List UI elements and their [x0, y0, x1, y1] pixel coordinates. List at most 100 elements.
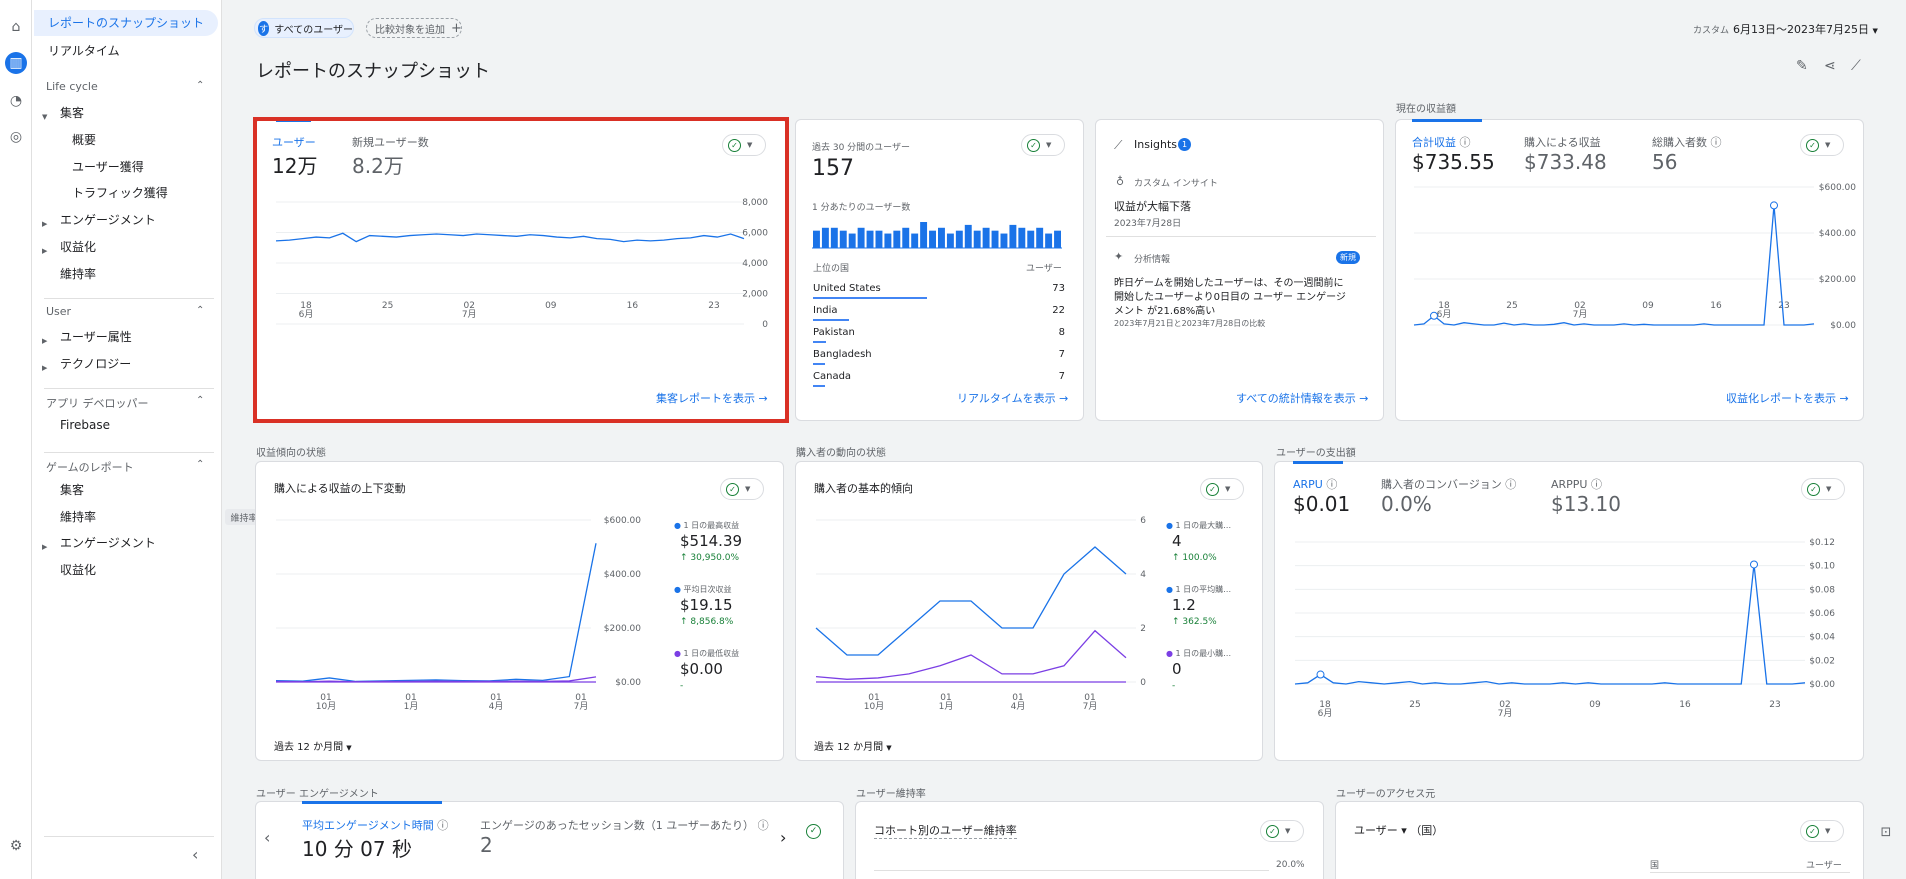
- table-row[interactable]: Pakistan 8: [813, 327, 1065, 338]
- help-icon[interactable]: ⓘ: [1460, 136, 1471, 149]
- period-selector[interactable]: 過去 12 か月間 ▼: [814, 738, 892, 753]
- table-row[interactable]: United States 73: [813, 283, 1065, 294]
- section-user[interactable]: User: [46, 305, 71, 318]
- table-row[interactable]: Bangladesh 7: [813, 349, 1065, 360]
- metric-new-users-label[interactable]: 新規ユーザー数: [352, 134, 429, 150]
- data-point[interactable]: [1770, 201, 1778, 210]
- users-column-header: ユーザー: [1026, 264, 1062, 274]
- admin-gear-icon[interactable]: ⚙: [5, 835, 27, 857]
- help-icon[interactable]: ⓘ: [758, 819, 769, 832]
- edit-icon[interactable]: ✎: [1796, 58, 1808, 74]
- compare-menu[interactable]: ✓ ▼: [1800, 134, 1844, 156]
- collapse-sidebar-icon[interactable]: ‹: [192, 845, 198, 864]
- chevron-up-icon[interactable]: ⌃: [196, 395, 204, 406]
- legend-label: ● 平均日次収益: [674, 584, 732, 595]
- share-icon[interactable]: ⋖: [1824, 58, 1836, 74]
- insight-body-line-2[interactable]: 開始したユーザーより0日目の ユーザー エンゲージ: [1114, 288, 1346, 303]
- sidebar-item[interactable]: レポートのスナップショット: [48, 14, 204, 31]
- add-comparison-button[interactable]: 比較対象を追加 +: [366, 18, 462, 38]
- all-insights-link[interactable]: すべての統計情報を表示 →: [1236, 390, 1369, 406]
- y-tick-label: $200.00: [604, 624, 641, 634]
- chevron-right-icon[interactable]: ›: [780, 828, 786, 847]
- compare-menu[interactable]: ✓ ▼: [1260, 820, 1304, 842]
- caret-right-icon[interactable]: ▶: [42, 364, 47, 372]
- compare-menu[interactable]: ✓ ▼: [1021, 134, 1065, 156]
- caret-right-icon[interactable]: ▶: [42, 220, 47, 228]
- table-row[interactable]: India 22: [813, 305, 1065, 316]
- metric-avg-engagement-label[interactable]: 平均エンゲージメント時間 ⓘ: [302, 817, 448, 833]
- metric-total-revenue-label[interactable]: 合計収益 ⓘ: [1412, 134, 1471, 150]
- caret-down-icon[interactable]: ▼: [42, 113, 47, 121]
- explore-icon[interactable]: ◔: [5, 90, 27, 112]
- metric-arpu-label[interactable]: ARPU ⓘ: [1293, 476, 1337, 492]
- metric-total-purchasers-label[interactable]: 総購入者数 ⓘ: [1652, 134, 1722, 150]
- retention-title[interactable]: コホート別のユーザー維持率: [874, 822, 1017, 839]
- help-icon[interactable]: ⓘ: [1711, 136, 1722, 149]
- help-icon[interactable]: ⓘ: [437, 819, 448, 832]
- metric-users-label[interactable]: ユーザー: [272, 134, 316, 150]
- home-icon[interactable]: ⌂: [5, 16, 27, 38]
- chevron-left-icon[interactable]: ‹: [264, 828, 270, 847]
- section-game-reports[interactable]: ゲームのレポート: [46, 459, 134, 475]
- x-tick-label: 25: [382, 301, 393, 311]
- sidebar-item[interactable]: 収益化: [60, 238, 96, 255]
- help-icon[interactable]: ⓘ: [1505, 478, 1516, 491]
- user-access-title[interactable]: ユーザー ▾ （国）: [1354, 822, 1443, 838]
- sidebar-item[interactable]: テクノロジー: [60, 355, 131, 372]
- sidebar-item[interactable]: ユーザー獲得: [72, 158, 144, 175]
- sidebar-item[interactable]: リアルタイム: [48, 42, 120, 59]
- help-icon[interactable]: ⓘ: [1326, 478, 1337, 491]
- compare-menu[interactable]: ✓ ▼: [1200, 478, 1244, 500]
- metric-arppu-label[interactable]: ARPPU ⓘ: [1551, 476, 1602, 492]
- compare-menu[interactable]: ✓ ▼: [720, 478, 764, 500]
- sidebar-item[interactable]: 収益化: [60, 561, 96, 578]
- legend-label-text: 1 日の最低収益: [683, 649, 740, 658]
- insight-headline[interactable]: 収益が大幅下落: [1114, 198, 1191, 214]
- sidebar-item[interactable]: 維持率: [60, 265, 96, 282]
- minute-bar: [911, 233, 919, 248]
- advertising-icon[interactable]: ◎: [5, 126, 27, 148]
- data-point[interactable]: [1750, 560, 1758, 569]
- caret-right-icon[interactable]: ▶: [42, 543, 47, 551]
- y-tick-label: $0.00: [615, 678, 641, 688]
- compare-menu[interactable]: ✓ ▼: [1800, 820, 1844, 842]
- metric-purchase-revenue-label[interactable]: 購入による収益: [1524, 134, 1601, 150]
- chevron-up-icon[interactable]: ⌃: [196, 459, 204, 470]
- data-point[interactable]: [1316, 670, 1325, 679]
- realtime-link[interactable]: リアルタイムを表示 →: [957, 390, 1068, 406]
- all-users-chip[interactable]: す すべてのユーザー: [254, 18, 354, 38]
- sidebar-item[interactable]: 概要: [72, 131, 96, 148]
- monetization-report-link[interactable]: 収益化レポートを表示 →: [1726, 390, 1849, 406]
- metric-purchaser-conversion-label[interactable]: 購入者のコンバージョン ⓘ: [1381, 476, 1516, 492]
- date-range-picker[interactable]: 6月13日～2023年7月25日 ▼: [1733, 21, 1878, 37]
- sidebar-item[interactable]: 維持率: [60, 508, 96, 525]
- compare-menu[interactable]: ✓ ▼: [722, 134, 766, 156]
- insights-sparkle-icon[interactable]: ⟋: [1851, 58, 1861, 74]
- divider: [1650, 872, 1850, 873]
- acquisition-report-link[interactable]: 集客レポートを表示 →: [656, 390, 768, 406]
- reports-icon[interactable]: ▥: [5, 52, 27, 74]
- check-icon[interactable]: ✓: [806, 824, 821, 839]
- chevron-up-icon[interactable]: ⌃: [196, 80, 204, 91]
- sidebar-item[interactable]: エンゲージメント: [60, 534, 156, 551]
- insight-body-line-1[interactable]: 昨日ゲームを開始したユーザーは、その一週間前に: [1114, 274, 1344, 289]
- help-icon[interactable]: ⓘ: [1591, 478, 1602, 491]
- sidebar-item[interactable]: トラフィック獲得: [72, 184, 168, 201]
- feedback-icon[interactable]: ⊡: [1874, 820, 1898, 844]
- section-app-developer[interactable]: アプリ デベロッパー: [46, 395, 149, 411]
- sidebar-item[interactable]: エンゲージメント: [60, 211, 156, 228]
- period-selector[interactable]: 過去 12 か月間 ▼: [274, 738, 352, 753]
- sidebar-item[interactable]: ユーザー属性: [60, 328, 132, 345]
- compare-menu[interactable]: ✓ ▼: [1801, 478, 1845, 500]
- section-lifecycle[interactable]: Life cycle: [46, 80, 98, 93]
- table-row[interactable]: Canada 7: [813, 371, 1065, 382]
- metric-engaged-sessions-label[interactable]: エンゲージのあったセッション数（1 ユーザーあたり） ⓘ: [480, 817, 769, 833]
- sidebar-item[interactable]: Firebase: [60, 418, 110, 432]
- caret-right-icon[interactable]: ▶: [42, 247, 47, 255]
- insight-body-line-3[interactable]: メント が21.68%高い: [1114, 302, 1215, 317]
- sidebar-item[interactable]: 集客: [60, 104, 84, 121]
- data-point[interactable]: [1430, 311, 1438, 320]
- chevron-up-icon[interactable]: ⌃: [196, 305, 204, 316]
- caret-right-icon[interactable]: ▶: [42, 337, 47, 345]
- sidebar-item[interactable]: 集客: [60, 481, 84, 498]
